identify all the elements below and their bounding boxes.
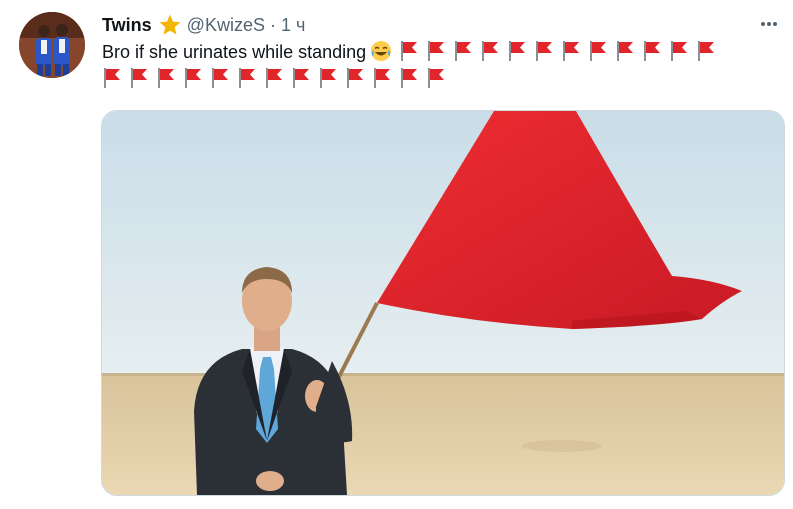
triangular-red-flag-icon — [426, 67, 446, 89]
triangular-red-flag-icon — [534, 40, 554, 62]
avatar[interactable] — [19, 12, 85, 78]
flag-row-2 — [95, 66, 772, 93]
tweet-image[interactable] — [101, 110, 785, 496]
user-handle[interactable]: @KwizeS — [187, 15, 265, 36]
triangular-red-flag-icon — [345, 67, 365, 89]
triangular-red-flag-icon — [372, 67, 392, 89]
tweet-text: Bro if she urinates while standing — [102, 39, 772, 93]
triangular-red-flag-icon — [399, 67, 419, 89]
triangular-red-flag-icon — [318, 67, 338, 89]
triangular-red-flag-icon — [453, 40, 473, 62]
display-name[interactable]: Twins — [102, 15, 152, 36]
triangular-red-flag-icon — [291, 67, 311, 89]
tweet-timestamp[interactable]: 1 ч — [281, 15, 305, 36]
triangular-red-flag-icon — [183, 67, 203, 89]
triangular-red-flag-icon — [507, 40, 527, 62]
triangular-red-flag-icon — [669, 40, 689, 62]
triangular-red-flag-icon — [264, 67, 284, 89]
tweet[interactable]: Twins @KwizeS · 1 ч Bro if she urinates … — [0, 0, 793, 509]
triangular-red-flag-icon — [426, 40, 446, 62]
flag-row-1 — [392, 40, 716, 62]
triangular-red-flag-icon — [156, 67, 176, 89]
triangular-red-flag-icon — [102, 67, 122, 89]
triangular-red-flag-icon — [696, 40, 716, 62]
more-horizontal-icon[interactable] — [757, 12, 781, 36]
tweet-header: Twins @KwizeS · 1 ч — [102, 12, 305, 38]
star-badge-icon — [158, 13, 182, 37]
triangular-red-flag-icon — [615, 40, 635, 62]
triangular-red-flag-icon — [129, 67, 149, 89]
separator-dot: · — [269, 14, 276, 35]
triangular-red-flag-icon — [237, 67, 257, 89]
triangular-red-flag-icon — [588, 40, 608, 62]
triangular-red-flag-icon — [642, 40, 662, 62]
triangular-red-flag-icon — [561, 40, 581, 62]
triangular-red-flag-icon — [210, 67, 230, 89]
face-with-tears-of-joy-icon — [370, 40, 392, 62]
tweet-body: Bro if she urinates while standing — [102, 42, 367, 62]
triangular-red-flag-icon — [480, 40, 500, 62]
triangular-red-flag-icon — [399, 40, 419, 62]
